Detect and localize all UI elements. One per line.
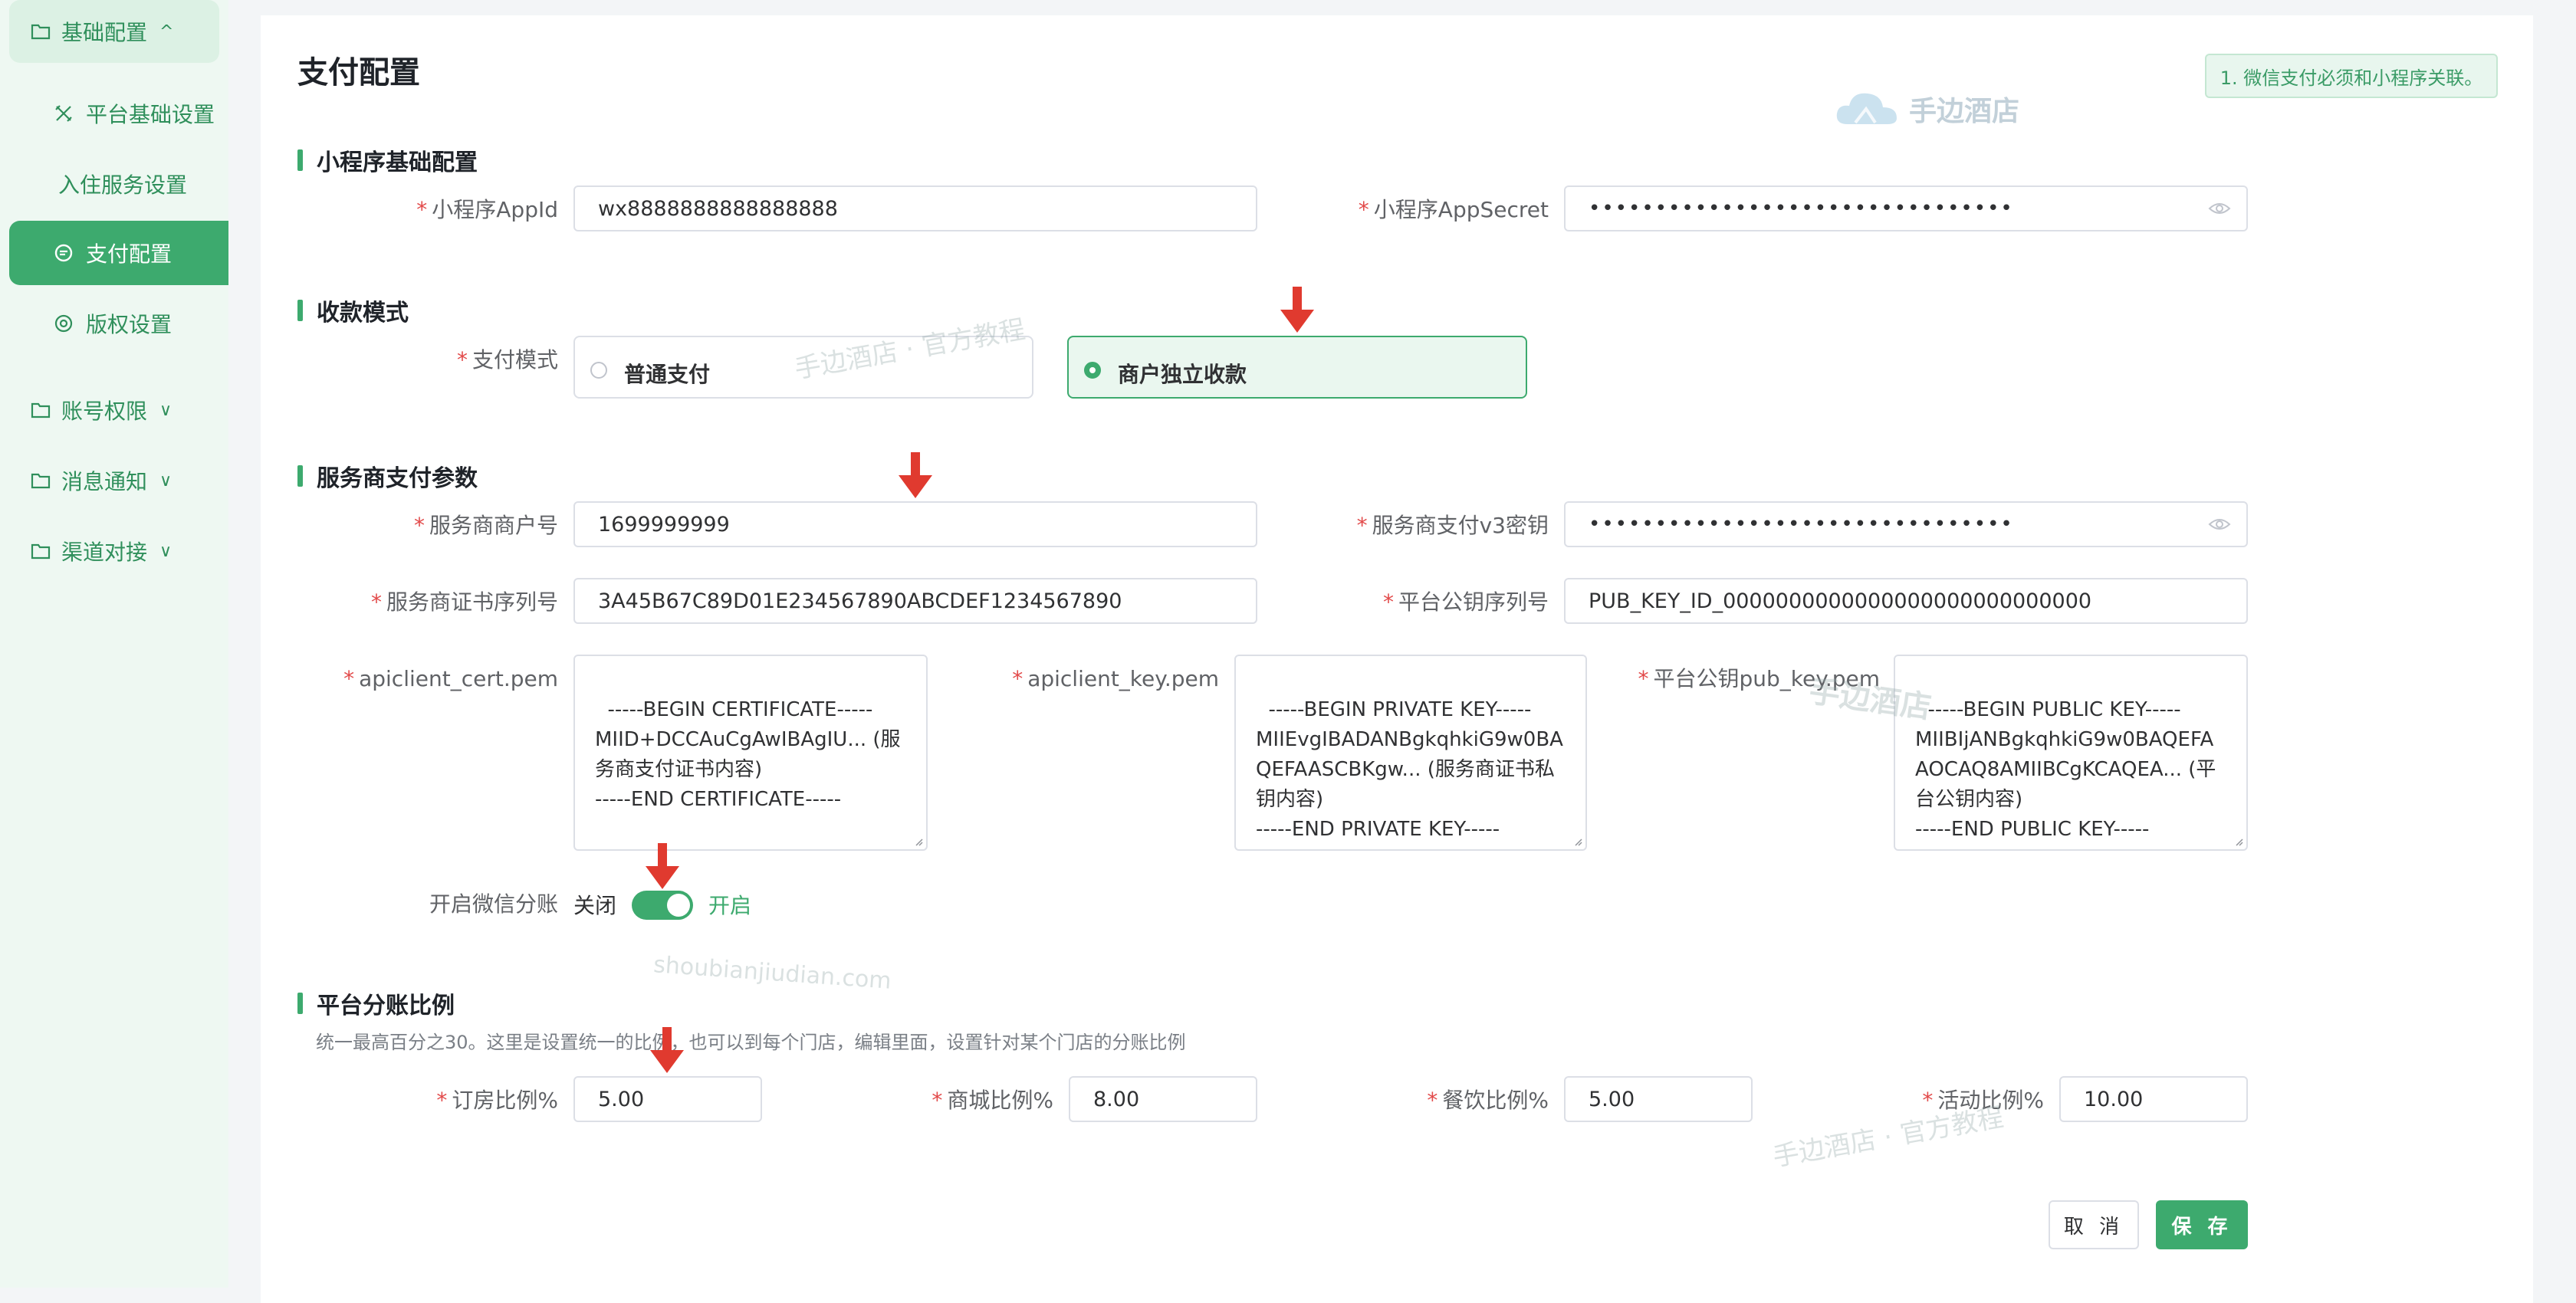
brand-watermark-logo: 手边酒店 bbox=[1832, 86, 2019, 132]
pubkey-serial-label: * 平台公钥序列号 bbox=[1382, 589, 1549, 615]
section-bar bbox=[297, 465, 303, 487]
section-title: 平台分账比例 bbox=[317, 993, 455, 1019]
sidebar-item-label: 版权设置 bbox=[86, 312, 172, 337]
sidebar-item-copyright-settings[interactable]: 版权设置 bbox=[9, 291, 228, 356]
chevron-down-icon: ∨ bbox=[159, 471, 172, 491]
sidebar-group-channels[interactable]: 渠道对接 ∨ bbox=[9, 520, 219, 583]
mall-ratio-input[interactable]: 8.00 bbox=[1069, 1076, 1257, 1122]
radio-label: 普通支付 bbox=[624, 362, 711, 387]
sidebar-group-label: 基础配置 bbox=[61, 20, 148, 45]
pub-pem-textarea[interactable]: -----BEGIN PUBLIC KEY----- MIIBIjANBgkqh… bbox=[1894, 655, 2248, 851]
key-pem-label: * apiclient_key.pem bbox=[1012, 666, 1219, 691]
arrow-down-icon bbox=[650, 1027, 684, 1073]
eye-icon[interactable] bbox=[2208, 199, 2231, 218]
v3key-value: •••••••••••••••••••••••••••••••• bbox=[1589, 513, 2014, 536]
tools-icon bbox=[52, 102, 75, 125]
key-pem-textarea[interactable]: -----BEGIN PRIVATE KEY----- MIIEvgIBADAN… bbox=[1234, 655, 1587, 851]
chevron-down-icon: ∨ bbox=[159, 541, 172, 561]
appsecret-input[interactable]: •••••••••••••••••••••••••••••••• bbox=[1564, 185, 2248, 231]
sidebar-group-label: 渠道对接 bbox=[61, 540, 148, 565]
v3key-label: * 服务商支付v3密钥 bbox=[1356, 513, 1549, 538]
appid-label: * 小程序AppId bbox=[416, 197, 558, 222]
resize-handle-icon[interactable] bbox=[1573, 837, 1582, 846]
room-ratio-input[interactable]: 5.00 bbox=[573, 1076, 762, 1122]
mchid-label: * 服务商商户号 bbox=[413, 513, 558, 538]
sidebar-item-label: 支付配置 bbox=[86, 241, 172, 267]
appid-input[interactable]: wx8888888888888888 bbox=[573, 185, 1257, 231]
copyright-icon bbox=[52, 312, 75, 335]
chevron-down-icon: ∨ bbox=[159, 400, 172, 420]
sidebar: 基础配置 ^ 平台基础设置 入住服务设置 支付配置 版权设置 账号权限 ∨ 消息… bbox=[0, 0, 228, 1288]
radio-dot bbox=[590, 362, 607, 379]
eye-icon[interactable] bbox=[2208, 515, 2231, 533]
section-share: 平台分账比例 bbox=[297, 990, 455, 1019]
radio-dot bbox=[1084, 362, 1101, 379]
arrow-down-icon bbox=[1280, 287, 1314, 333]
section-title: 收款模式 bbox=[317, 300, 409, 327]
appsecret-label: * 小程序AppSecret bbox=[1358, 197, 1549, 222]
sidebar-group-notifications[interactable]: 消息通知 ∨ bbox=[9, 449, 219, 512]
cert-serial-label: * 服务商证书序列号 bbox=[370, 589, 558, 615]
switch-knob bbox=[667, 894, 690, 917]
pubkey-serial-input[interactable]: PUB_KEY_ID_0000000000000000000000000000 bbox=[1564, 578, 2248, 624]
split-switch[interactable] bbox=[632, 891, 693, 920]
section-provider: 服务商支付参数 bbox=[297, 463, 478, 492]
pay-mode-label: * 支付模式 bbox=[456, 347, 558, 373]
folder-icon bbox=[29, 469, 52, 492]
cert-pem-textarea[interactable]: -----BEGIN CERTIFICATE----- MIID+DCCAuCg… bbox=[573, 655, 928, 851]
radio-label: 商户独立收款 bbox=[1118, 362, 1247, 387]
resize-handle-icon[interactable] bbox=[2234, 837, 2243, 846]
page-title: 支付配置 bbox=[297, 55, 420, 90]
section-bar bbox=[297, 993, 303, 1014]
sidebar-item-checkin-settings[interactable]: 入住服务设置 bbox=[9, 152, 228, 216]
event-ratio-input[interactable]: 10.00 bbox=[2059, 1076, 2248, 1122]
arrow-down-icon bbox=[646, 843, 679, 889]
sidebar-group-label: 消息通知 bbox=[61, 469, 148, 494]
tip-banner: 1. 微信支付必须和小程序关联。 bbox=[2205, 54, 2498, 98]
chevron-up-icon: ^ bbox=[159, 21, 174, 41]
share-hint: 统一最高百分之30。这里是设置统一的比例，也可以到每个门店，编辑里面，设置针对某… bbox=[316, 1032, 1186, 1053]
resize-handle-icon[interactable] bbox=[914, 837, 923, 846]
sidebar-item-payment-config[interactable]: 支付配置 bbox=[9, 221, 228, 285]
folder-icon bbox=[29, 20, 52, 43]
room-ratio-label: * 订房比例% bbox=[436, 1088, 558, 1113]
arrow-down-icon bbox=[899, 452, 932, 498]
cancel-button[interactable]: 取 消 bbox=[2049, 1200, 2139, 1249]
sidebar-group-label: 账号权限 bbox=[61, 399, 148, 424]
section-title: 小程序基础配置 bbox=[317, 149, 478, 176]
sidebar-item-platform-settings[interactable]: 平台基础设置 bbox=[9, 81, 228, 146]
folder-icon bbox=[29, 540, 52, 563]
cert-pem-value: -----BEGIN CERTIFICATE----- MIID+DCCAuCg… bbox=[595, 698, 901, 811]
section-bar bbox=[297, 149, 303, 171]
mchid-input[interactable]: 1699999999 bbox=[573, 501, 1257, 547]
key-pem-value: -----BEGIN PRIVATE KEY----- MIIEvgIBADAN… bbox=[1256, 698, 1563, 841]
sidebar-item-label: 入住服务设置 bbox=[58, 172, 188, 198]
v3key-input[interactable]: •••••••••••••••••••••••••••••••• bbox=[1564, 501, 2248, 547]
cert-serial-input[interactable]: 3A45B67C89D01E234567890ABCDEF1234567890 bbox=[573, 578, 1257, 624]
sidebar-item-label: 平台基础设置 bbox=[86, 102, 215, 127]
switch-on-label: 开启 bbox=[708, 893, 752, 918]
payment-icon bbox=[52, 241, 75, 264]
section-title: 服务商支付参数 bbox=[317, 465, 478, 492]
food-ratio-input[interactable]: 5.00 bbox=[1564, 1076, 1753, 1122]
brand-watermark-text: 手边酒店 bbox=[1909, 96, 2020, 127]
pub-pem-value: -----BEGIN PUBLIC KEY----- MIIBIjANBgkqh… bbox=[1915, 698, 2216, 841]
radio-merchant-independent[interactable]: 商户独立收款 bbox=[1067, 336, 1527, 399]
section-mode: 收款模式 bbox=[297, 297, 409, 327]
cloud-icon bbox=[1836, 93, 1897, 124]
save-button[interactable]: 保 存 bbox=[2156, 1200, 2248, 1249]
sidebar-group-account-permissions[interactable]: 账号权限 ∨ bbox=[9, 379, 219, 441]
cert-pem-label: * apiclient_cert.pem bbox=[343, 666, 558, 691]
split-label: 开启微信分账 bbox=[429, 891, 558, 917]
section-miniapp: 小程序基础配置 bbox=[297, 147, 478, 176]
food-ratio-label: * 餐饮比例% bbox=[1427, 1088, 1549, 1113]
section-bar bbox=[297, 300, 303, 321]
appsecret-value: •••••••••••••••••••••••••••••••• bbox=[1589, 197, 2014, 220]
switch-off-label: 关闭 bbox=[573, 893, 617, 918]
folder-icon bbox=[29, 399, 52, 422]
sidebar-group-basic-config[interactable]: 基础配置 ^ bbox=[9, 0, 219, 63]
mall-ratio-label: * 商城比例% bbox=[932, 1088, 1053, 1113]
